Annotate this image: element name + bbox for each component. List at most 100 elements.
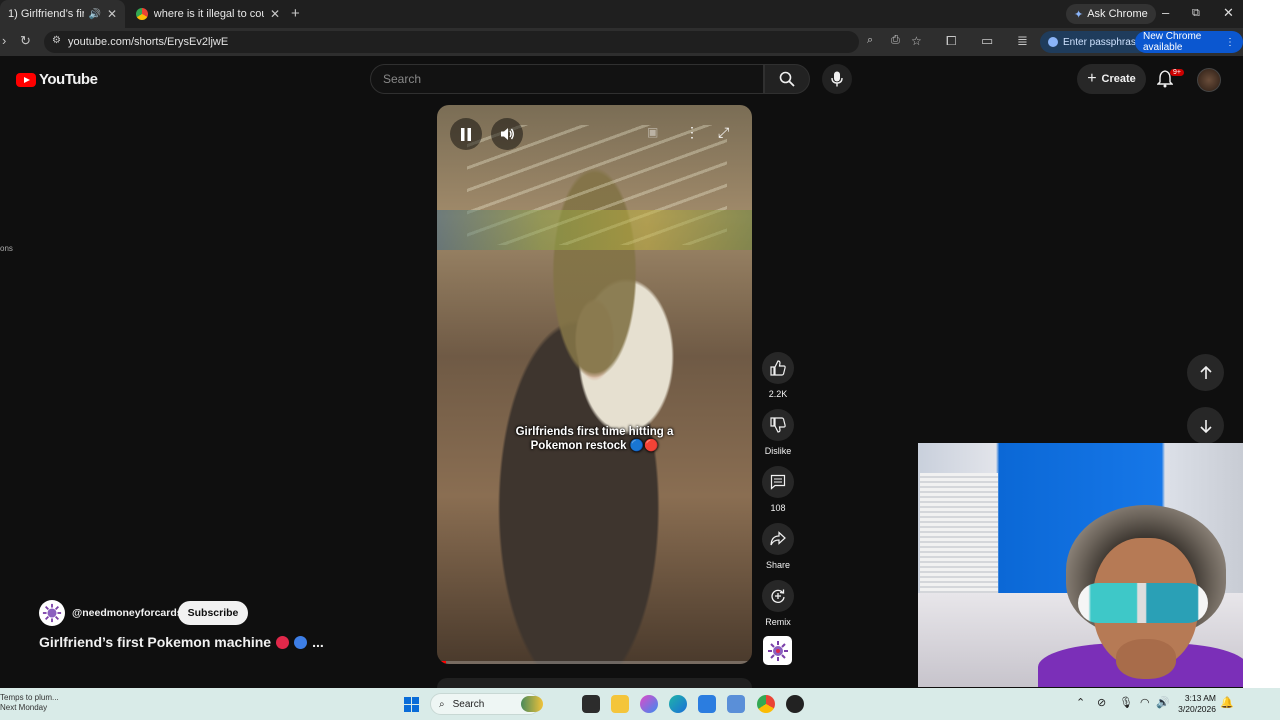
ask-chrome-label: Ask Chrome <box>1087 8 1148 20</box>
profile-icon <box>1048 37 1058 47</box>
taskbar-search-label: Search <box>452 698 485 710</box>
tab-youtube-short[interactable]: 1) Girlfriend’s first Pokem 🔊 ✕ <box>0 0 125 28</box>
like-action[interactable]: 2.2K <box>762 352 794 399</box>
voice-search-button[interactable] <box>822 64 852 94</box>
account-avatar[interactable] <box>1197 68 1221 92</box>
arrow-up-icon <box>1199 365 1212 379</box>
enter-passphrase-button[interactable]: Enter passphrase <box>1040 31 1150 53</box>
video-title-text: Girlfriend’s first Pokemon machine <box>39 634 272 650</box>
more-options-icon[interactable]: ⋮ <box>685 124 699 141</box>
subscribe-button[interactable]: Subscribe <box>178 601 248 625</box>
new-tab-button[interactable]: + <box>291 5 300 22</box>
close-icon[interactable]: ✕ <box>270 7 280 21</box>
arrow-down-icon <box>1199 419 1212 433</box>
cast-icon[interactable]: ▭ <box>981 33 993 49</box>
video-title[interactable]: Girlfriend’s first Pokemon machine ... <box>39 634 324 650</box>
volume-button[interactable] <box>491 118 523 150</box>
remix-action[interactable]: Remix <box>762 580 794 627</box>
zoom-icon[interactable]: ⌕ <box>867 34 873 47</box>
comments-action[interactable]: 108 <box>762 466 794 513</box>
youtube-play-icon <box>16 72 36 87</box>
share-action[interactable]: Share <box>762 523 794 570</box>
video-progress-bar[interactable] <box>437 661 752 664</box>
youtube-logo[interactable]: YouTube <box>16 71 98 88</box>
like-count: 2.2K <box>768 389 788 399</box>
create-button[interactable]: + Create <box>1077 64 1146 94</box>
window-blinds <box>920 473 998 613</box>
edge-icon[interactable] <box>669 695 687 713</box>
dislike-button[interactable] <box>762 409 794 441</box>
file-explorer-icon[interactable] <box>611 695 629 713</box>
dislike-action[interactable]: Dislike <box>762 409 794 456</box>
close-icon[interactable]: ✕ <box>107 7 117 21</box>
search-input[interactable]: Search <box>370 64 764 94</box>
ask-chrome-button[interactable]: ✦ Ask Chrome <box>1066 4 1156 24</box>
search-button[interactable] <box>764 64 810 94</box>
shorts-video-player[interactable]: ▣ ⋮ ⤢ Girlfriends first time hitting a P… <box>437 105 752 664</box>
fullscreen-icon[interactable]: ⤢ <box>718 124 729 141</box>
red-circle-emoji <box>276 635 290 649</box>
dislike-label: Dislike <box>764 446 792 456</box>
notification-center-icon[interactable]: 🔔 <box>1220 696 1234 709</box>
next-short-button[interactable] <box>1187 407 1224 444</box>
captions-icon[interactable]: ▣ <box>647 125 658 139</box>
windows-start-icon[interactable] <box>404 697 419 712</box>
extensions-icon[interactable]: ⧠ <box>946 33 956 49</box>
site-info-icon[interactable]: ⚙ <box>52 35 61 46</box>
caption-line-2: Pokemon restock 🔵🔴 <box>530 440 659 452</box>
address-bar[interactable]: ⚙ youtube.com/shorts/ErysEv2ljwE ⌕ ⎙ ☆ <box>44 31 922 53</box>
install-icon[interactable]: ⎙ <box>891 34 900 47</box>
like-button[interactable] <box>762 352 794 384</box>
sparkle-icon: ✦ <box>1074 8 1084 21</box>
forward-icon[interactable]: › <box>2 33 6 48</box>
sync-off-icon[interactable]: ⊘ <box>1097 696 1106 709</box>
channel-name[interactable]: @needmoneyforcards <box>72 607 183 619</box>
webcam-overlay <box>918 443 1243 687</box>
bookmark-star-icon[interactable]: ☆ <box>911 34 922 48</box>
thumbs-down-icon <box>770 417 786 433</box>
subscribe-label: Subscribe <box>187 607 239 619</box>
volume-tray-icon[interactable]: 🔊 <box>1156 696 1170 709</box>
tab-label: 1) Girlfriend’s first Pokem <box>8 8 85 20</box>
sun-logo-icon <box>767 640 788 661</box>
volume-icon <box>500 128 514 140</box>
remix-button[interactable] <box>762 580 794 612</box>
taskbar-search[interactable]: ⌕ Search <box>430 693 543 715</box>
system-clock[interactable]: 3:13 AM 3/20/2026 <box>1176 693 1216 715</box>
restore-button[interactable]: ⧉ <box>1192 7 1200 20</box>
store-icon[interactable] <box>698 695 716 713</box>
pause-button[interactable] <box>450 118 482 150</box>
sidebar-fragment-text: ons <box>0 244 13 253</box>
channel-avatar[interactable] <box>39 600 65 626</box>
task-view-icon[interactable] <box>582 695 600 713</box>
chrome-tab-strip: 1) Girlfriend’s first Pokem 🔊 ✕ where is… <box>0 0 1243 28</box>
comment-count: 108 <box>770 503 786 513</box>
chrome-icon[interactable] <box>757 695 775 713</box>
microphone-icon <box>831 71 843 87</box>
share-button[interactable] <box>762 523 794 555</box>
weather-widget[interactable]: Temps to plum... Next Monday <box>0 693 59 713</box>
previous-short-button[interactable] <box>1187 354 1224 391</box>
wifi-icon[interactable]: ◠ <box>1140 696 1150 709</box>
streamer-hand <box>1116 639 1176 679</box>
mic-tray-icon[interactable]: 🎙 <box>1119 696 1133 709</box>
remix-label: Remix <box>765 617 791 627</box>
youtube-header: YouTube Search + Create 9+ <box>0 56 1243 102</box>
minimize-button[interactable]: – <box>1162 5 1169 20</box>
pause-icon <box>461 127 471 141</box>
obs-icon[interactable] <box>786 695 804 713</box>
audio-thumbnail[interactable] <box>763 636 792 665</box>
speaker-icon[interactable]: 🔊 <box>88 9 100 20</box>
reload-icon[interactable]: ↻ <box>20 33 31 49</box>
comments-button[interactable] <box>762 466 794 498</box>
sun-logo-icon <box>42 603 62 623</box>
reading-list-icon[interactable]: ≣ <box>1017 33 1028 49</box>
title-more: ... <box>312 634 324 650</box>
window-close-button[interactable]: ✕ <box>1223 5 1234 21</box>
mail-icon[interactable] <box>727 695 745 713</box>
chrome-update-button[interactable]: New Chrome available ⋮ <box>1135 31 1243 53</box>
chevron-up-icon[interactable]: ⌃ <box>1076 696 1085 709</box>
copilot-icon[interactable] <box>640 695 658 713</box>
tab-card-counting[interactable]: where is it illegal to count card ✕ <box>128 0 288 28</box>
video-progress-fill <box>437 661 447 664</box>
